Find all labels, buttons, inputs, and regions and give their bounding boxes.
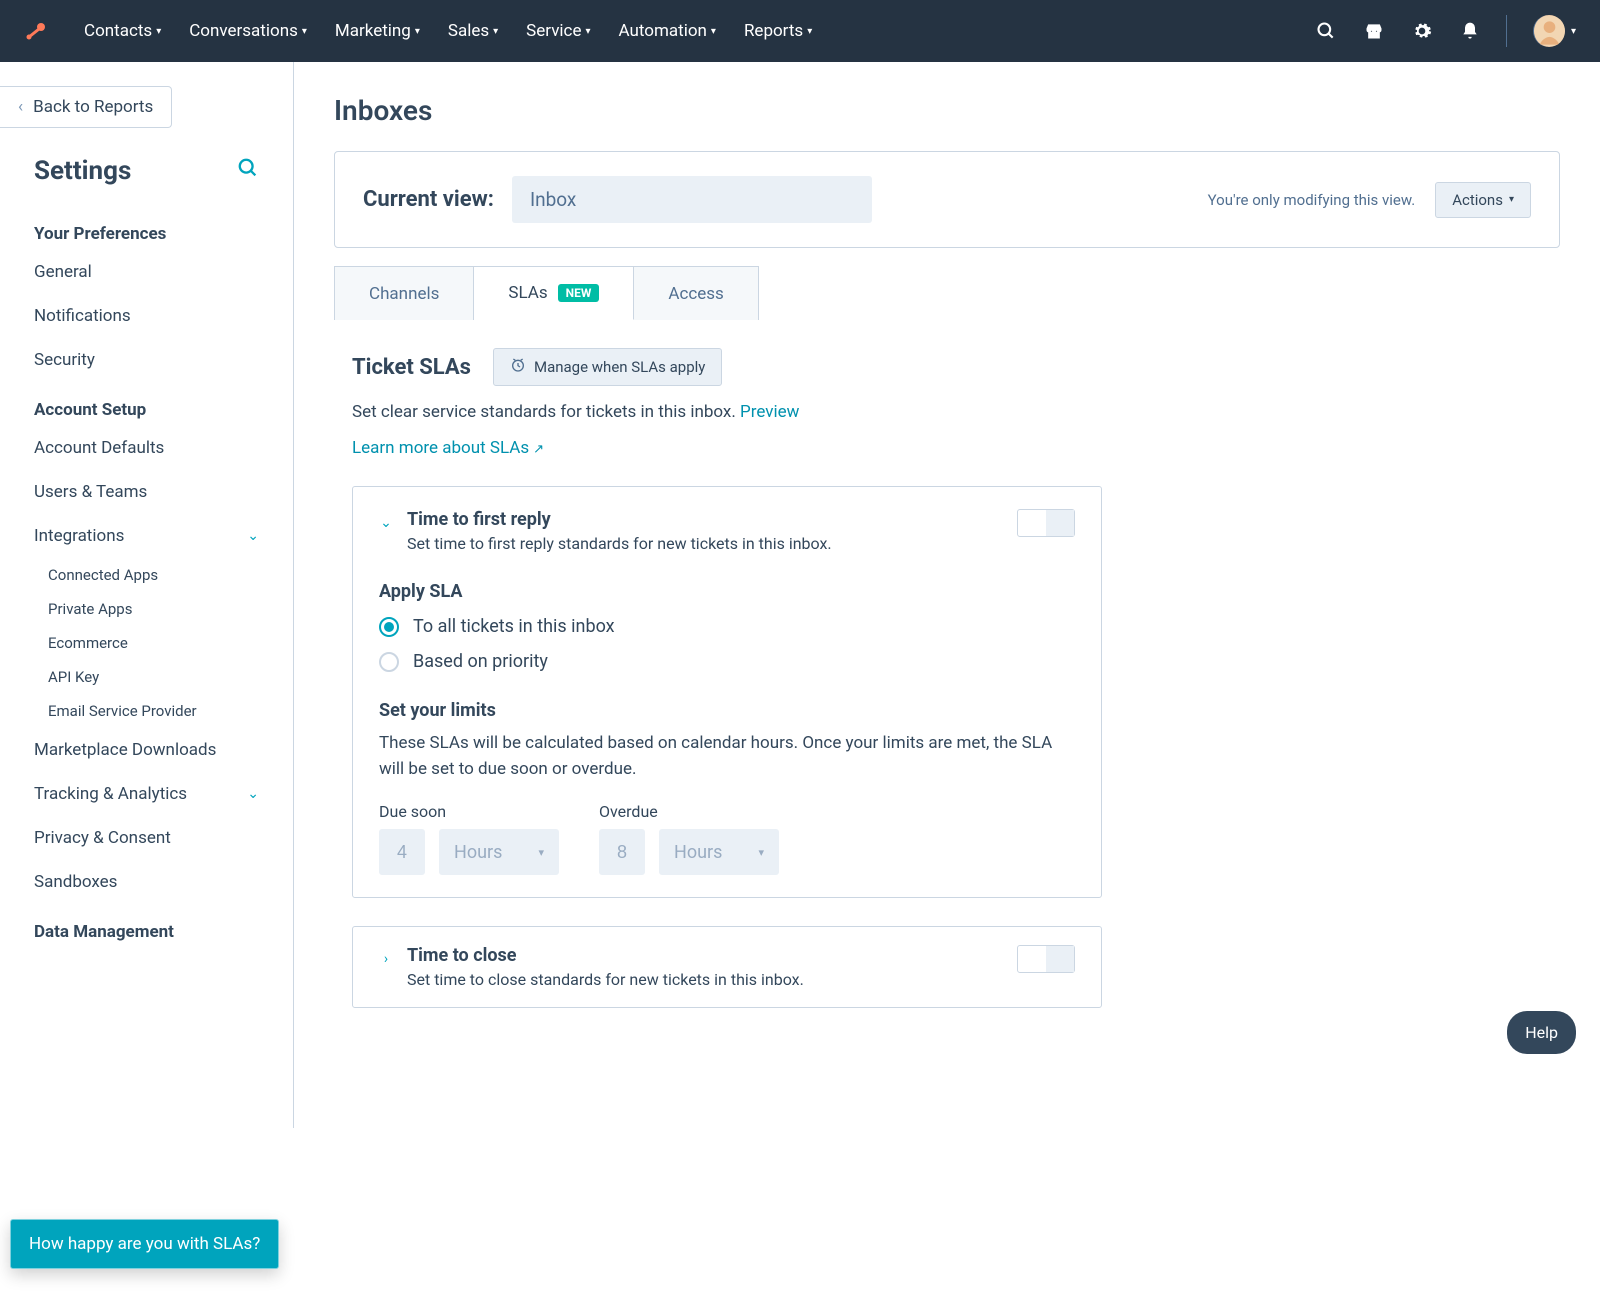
current-view-label: Current view: bbox=[363, 187, 494, 212]
tab-channels[interactable]: Channels bbox=[334, 266, 474, 320]
caret-down-icon: ▾ bbox=[538, 846, 544, 859]
first-reply-sub: Set time to first reply standards for ne… bbox=[407, 534, 832, 553]
sidebar-item-security[interactable]: Security bbox=[0, 338, 293, 382]
nav-service[interactable]: Service▾ bbox=[526, 21, 590, 41]
time-close-title: Time to close bbox=[407, 945, 804, 966]
ticket-slas-heading: Ticket SLAs bbox=[352, 355, 471, 380]
caret-down-icon: ▾ bbox=[758, 846, 764, 859]
caret-down-icon: ▾ bbox=[493, 26, 498, 37]
radio-icon bbox=[379, 617, 399, 637]
collapse-icon[interactable]: ⌄ bbox=[379, 515, 393, 531]
nav-contacts[interactable]: Contacts▾ bbox=[84, 21, 161, 41]
caret-down-icon: ▾ bbox=[1509, 194, 1514, 205]
time-to-close-card: › Time to close Set time to close standa… bbox=[352, 926, 1102, 1008]
first-reply-toggle[interactable] bbox=[1017, 509, 1075, 537]
due-soon-unit-select[interactable]: Hours▾ bbox=[439, 829, 559, 875]
sidebar-sub-ecommerce[interactable]: Ecommerce bbox=[0, 626, 293, 660]
caret-down-icon: ▾ bbox=[156, 26, 161, 37]
tabs: Channels SLAs NEW Access bbox=[334, 266, 1560, 320]
account-setup-heading: Account Setup bbox=[0, 382, 293, 426]
due-soon-input[interactable] bbox=[379, 829, 425, 875]
top-nav: Contacts▾ Conversations▾ Marketing▾ Sale… bbox=[0, 0, 1600, 62]
sidebar-sub-private-apps[interactable]: Private Apps bbox=[0, 592, 293, 626]
radio-based-on-priority[interactable]: Based on priority bbox=[379, 651, 1075, 672]
tab-slas[interactable]: SLAs NEW bbox=[474, 266, 634, 320]
chevron-down-icon: ⌄ bbox=[247, 786, 259, 802]
radio-all-tickets[interactable]: To all tickets in this inbox bbox=[379, 616, 1075, 637]
limits-desc: These SLAs will be calculated based on c… bbox=[379, 731, 1075, 782]
first-reply-title: Time to first reply bbox=[407, 509, 832, 530]
sidebar-item-privacy-consent[interactable]: Privacy & Consent bbox=[0, 816, 293, 860]
caret-down-icon: ▾ bbox=[302, 26, 307, 37]
new-badge: NEW bbox=[558, 284, 600, 302]
main-content: Inboxes Current view: Inbox You're only … bbox=[294, 62, 1600, 1128]
sidebar-item-general[interactable]: General bbox=[0, 250, 293, 294]
hubspot-logo[interactable] bbox=[24, 19, 48, 43]
caret-down-icon: ▾ bbox=[711, 26, 716, 37]
limits-heading: Set your limits bbox=[379, 700, 1075, 721]
apply-sla-heading: Apply SLA bbox=[379, 581, 1075, 602]
sidebar-sub-connected-apps[interactable]: Connected Apps bbox=[0, 558, 293, 592]
chevron-left-icon: ‹ bbox=[18, 97, 23, 117]
preferences-heading: Your Preferences bbox=[0, 206, 293, 250]
current-view-card: Current view: Inbox You're only modifyin… bbox=[334, 151, 1560, 248]
marketplace-icon[interactable] bbox=[1362, 19, 1386, 43]
actions-button[interactable]: Actions▾ bbox=[1435, 182, 1531, 218]
time-to-first-reply-card: ⌄ Time to first reply Set time to first … bbox=[352, 486, 1102, 898]
sidebar-sub-api-key[interactable]: API Key bbox=[0, 660, 293, 694]
back-to-reports-button[interactable]: ‹ Back to Reports bbox=[0, 86, 172, 128]
slas-description: Set clear service standards for tickets … bbox=[352, 402, 736, 422]
sidebar-item-integrations[interactable]: Integrations⌄ bbox=[0, 514, 293, 558]
sidebar-item-notifications[interactable]: Notifications bbox=[0, 294, 293, 338]
preview-link[interactable]: Preview bbox=[740, 402, 799, 422]
nav-reports[interactable]: Reports▾ bbox=[744, 21, 812, 41]
nav-automation[interactable]: Automation▾ bbox=[619, 21, 716, 41]
tab-access[interactable]: Access bbox=[634, 266, 758, 320]
sidebar-item-users-teams[interactable]: Users & Teams bbox=[0, 470, 293, 514]
overdue-label: Overdue bbox=[599, 802, 779, 821]
view-note: You're only modifying this view. bbox=[1208, 191, 1416, 209]
sidebar-sub-email-service-provider[interactable]: Email Service Provider bbox=[0, 694, 293, 728]
feedback-prompt[interactable]: How happy are you with SLAs? bbox=[10, 1219, 279, 1269]
overdue-unit-select[interactable]: Hours▾ bbox=[659, 829, 779, 875]
time-close-sub: Set time to close standards for new tick… bbox=[407, 970, 804, 989]
learn-more-link[interactable]: Learn more about SLAs↗ bbox=[352, 438, 544, 458]
gear-icon[interactable] bbox=[1410, 19, 1434, 43]
sidebar: ‹ Back to Reports Settings Your Preferen… bbox=[0, 62, 294, 1128]
due-soon-label: Due soon bbox=[379, 802, 559, 821]
sidebar-item-account-defaults[interactable]: Account Defaults bbox=[0, 426, 293, 470]
caret-down-icon: ▾ bbox=[585, 26, 590, 37]
overdue-input[interactable] bbox=[599, 829, 645, 875]
help-button[interactable]: Help bbox=[1507, 1011, 1576, 1054]
search-icon[interactable] bbox=[1314, 19, 1338, 43]
caret-down-icon: ▾ bbox=[807, 26, 812, 37]
nav-marketing[interactable]: Marketing▾ bbox=[335, 21, 420, 41]
external-link-icon: ↗ bbox=[533, 442, 544, 457]
data-management-heading: Data Management bbox=[0, 904, 293, 948]
nav-conversations[interactable]: Conversations▾ bbox=[189, 21, 307, 41]
sidebar-item-tracking-analytics[interactable]: Tracking & Analytics⌄ bbox=[0, 772, 293, 816]
nav-sales[interactable]: Sales▾ bbox=[448, 21, 498, 41]
sidebar-item-sandboxes[interactable]: Sandboxes bbox=[0, 860, 293, 904]
chevron-down-icon: ⌄ bbox=[247, 528, 259, 544]
sidebar-item-marketplace-downloads[interactable]: Marketplace Downloads bbox=[0, 728, 293, 772]
caret-down-icon: ▾ bbox=[415, 26, 420, 37]
caret-down-icon: ▾ bbox=[1571, 26, 1576, 37]
radio-icon bbox=[379, 652, 399, 672]
search-settings-icon[interactable] bbox=[237, 157, 259, 185]
avatar[interactable] bbox=[1533, 15, 1565, 47]
settings-title: Settings bbox=[34, 156, 131, 186]
bell-icon[interactable] bbox=[1458, 19, 1482, 43]
clock-icon bbox=[510, 357, 526, 377]
expand-icon[interactable]: › bbox=[379, 951, 393, 967]
current-view-select[interactable]: Inbox bbox=[512, 176, 872, 223]
back-label: Back to Reports bbox=[33, 97, 153, 117]
page-title: Inboxes bbox=[334, 94, 1560, 127]
time-close-toggle[interactable] bbox=[1017, 945, 1075, 973]
manage-slas-button[interactable]: Manage when SLAs apply bbox=[493, 348, 722, 386]
